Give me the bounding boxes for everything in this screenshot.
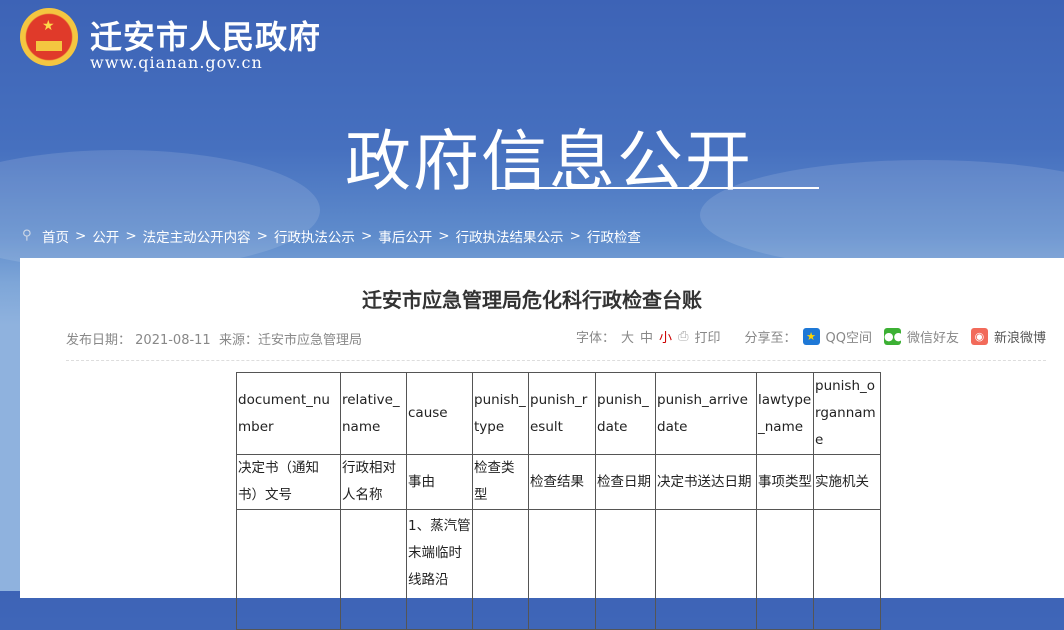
national-emblem-logo[interactable]: ★ [20, 8, 78, 68]
article-meta: 发布日期： 2021-08-11 来源：迁安市应急管理局 [66, 329, 362, 348]
share-weibo-button[interactable]: 新浪微博 [994, 327, 1046, 346]
site-url: www.qianan.gov.cn [90, 53, 263, 72]
table-header-cell: 实施机关 [813, 454, 881, 510]
publish-date: 2021-08-11 [135, 333, 211, 348]
table-cell [528, 509, 596, 630]
font-medium-button[interactable]: 中 [640, 327, 653, 346]
article-tools: 字体： 大 中 小 ⎙ 打印 分享至： ★ QQ空间 ●● 微信好友 ◉ 新浪微… [576, 327, 1046, 346]
breadcrumb-inspection[interactable]: 行政检查 [587, 226, 641, 246]
font-small-button[interactable]: 小 [659, 327, 672, 346]
table-header-en: document_number relative_name cause puni… [236, 372, 881, 455]
breadcrumb-results[interactable]: 行政执法结果公示 [456, 226, 564, 246]
weibo-icon[interactable]: ◉ [970, 328, 988, 345]
location-pin-icon: ⚲ [22, 228, 32, 243]
table-cell [236, 509, 341, 630]
table-header-cell: 事由 [406, 454, 473, 510]
table-header-cell: document_number [236, 372, 341, 455]
table-cell [756, 509, 814, 630]
table-header-cell: 检查结果 [528, 454, 596, 510]
share-qzone-button[interactable]: QQ空间 [826, 327, 872, 346]
publish-label: 发布日期： [66, 333, 132, 348]
table-header-cell: lawtype_name [756, 372, 814, 455]
inspection-table: document_number relative_name cause puni… [236, 372, 881, 630]
table-row: 1、蒸汽管末端临时线路沿 [236, 509, 881, 630]
table-header-cn: 决定书（通知书）文号 行政相对人名称 事由 检查类型 检查结果 检查日期 决定书… [236, 454, 881, 510]
breadcrumb-post[interactable]: 事后公开 [378, 226, 432, 246]
banner-underline [493, 187, 819, 189]
table-header-cell: 决定书（通知书）文号 [236, 454, 341, 510]
breadcrumb-statutory[interactable]: 法定主动公开内容 [143, 226, 251, 246]
font-large-button[interactable]: 大 [621, 327, 634, 346]
breadcrumb: ⚲ 首页 > 公开 > 法定主动公开内容 > 行政执法公示 > 事后公开 > 行政执法结果… [22, 226, 641, 246]
table-header-cell: 检查日期 [595, 454, 656, 510]
table-header-cell: punish_arrivedate [655, 372, 757, 455]
divider [66, 360, 1046, 361]
banner-title: 政府信息公开 [345, 123, 753, 200]
article-title: 迁安市应急管理局危化科行政检查台账 [362, 288, 702, 312]
breadcrumb-open[interactable]: 公开 [92, 226, 119, 246]
wechat-icon[interactable]: ●● [883, 328, 903, 345]
table-header-cell: relative_name [340, 372, 407, 455]
table-cell [813, 509, 881, 630]
table-header-cell: punish_organname [813, 372, 881, 455]
breadcrumb-enforcement[interactable]: 行政执法公示 [274, 226, 355, 246]
font-size-label: 字体： [576, 331, 616, 346]
table-cell [595, 509, 656, 630]
source: 迁安市应急管理局 [258, 333, 363, 348]
table-header-cell: cause [406, 372, 473, 455]
share-label: 分享至： [744, 331, 797, 346]
table-header-cell: 检查类型 [472, 454, 529, 510]
site-name[interactable]: 迁安市人民政府 [90, 12, 321, 58]
table-cell [655, 509, 757, 630]
table-header-cell: punish_type [472, 372, 529, 455]
qzone-icon[interactable]: ★ [802, 328, 820, 345]
table-header-cell: 决定书送达日期 [655, 454, 757, 510]
breadcrumb-home[interactable]: 首页 [42, 226, 69, 246]
table-cell [340, 509, 407, 630]
table-header-cell: 事项类型 [756, 454, 814, 510]
table-cell: 1、蒸汽管末端临时线路沿 [406, 509, 473, 630]
source-label: 来源： [218, 333, 258, 348]
share-wechat-button[interactable]: 微信好友 [907, 327, 959, 346]
print-button[interactable]: 打印 [694, 327, 720, 346]
table-header-cell: 行政相对人名称 [340, 454, 407, 510]
table-cell [472, 509, 529, 630]
table-header-cell: punish_date [595, 372, 656, 455]
table-header-cell: punish_result [528, 372, 596, 455]
print-icon[interactable]: ⎙ [678, 329, 688, 344]
